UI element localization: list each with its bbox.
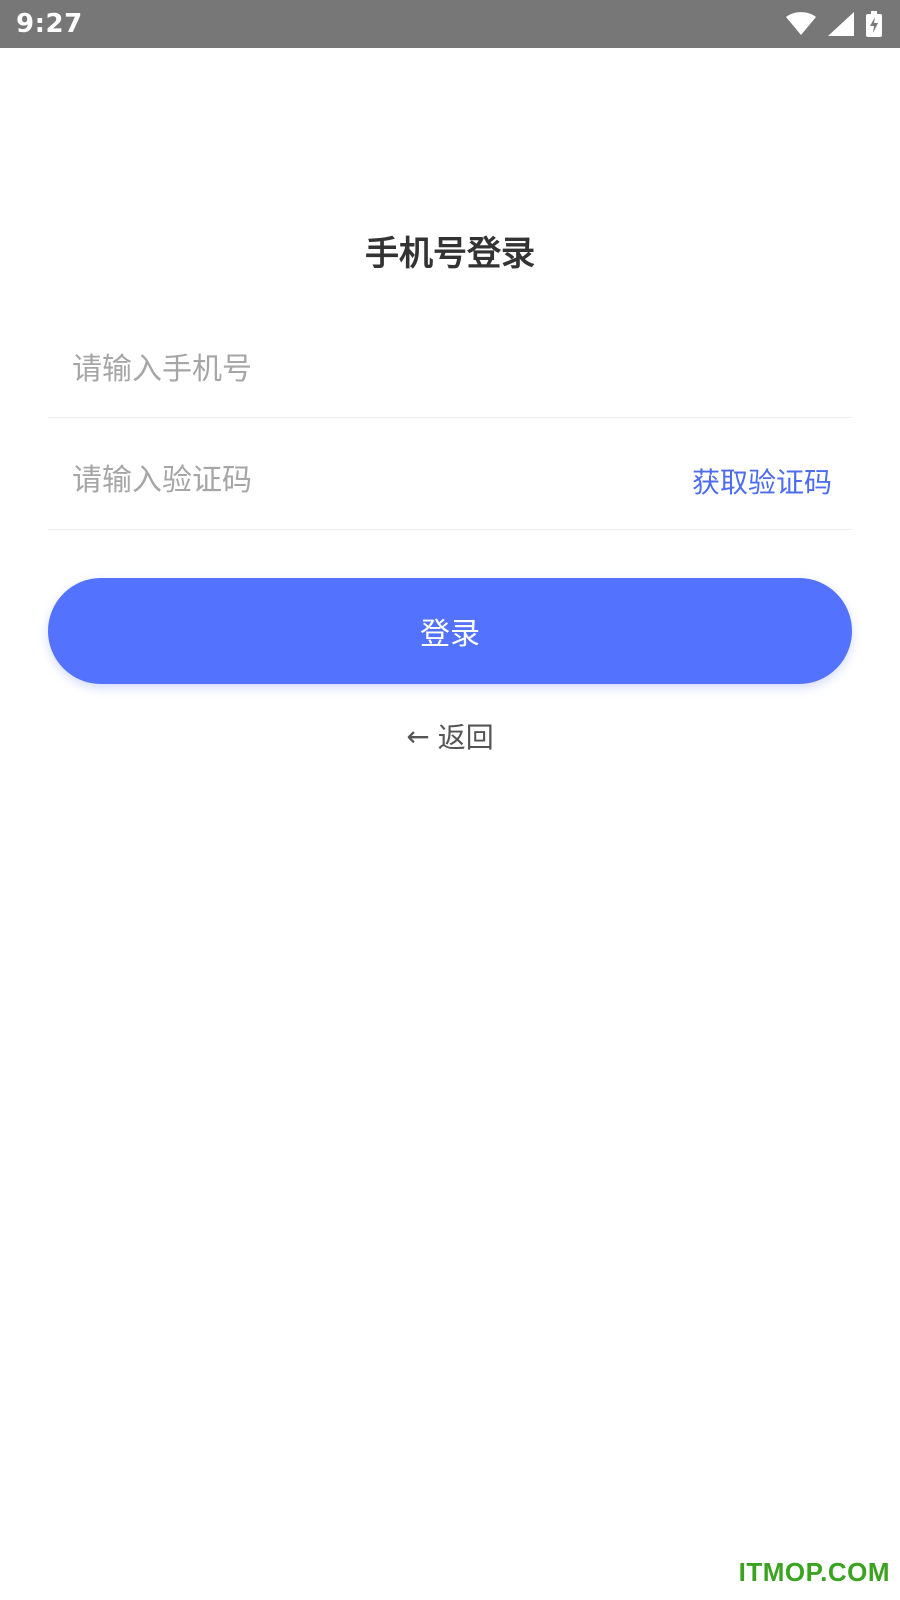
wifi-icon bbox=[786, 12, 816, 36]
page-title: 手机号登录 bbox=[365, 234, 535, 274]
status-bar: 9:27 bbox=[0, 0, 900, 48]
verification-code-field: 获取验证码 bbox=[48, 432, 852, 530]
verification-code-input[interactable] bbox=[72, 432, 632, 529]
back-arrow-icon: ← bbox=[406, 719, 430, 753]
phone-input[interactable] bbox=[72, 322, 632, 417]
phone-field bbox=[48, 322, 852, 418]
watermark: ITMOP.COM bbox=[738, 1557, 890, 1587]
get-code-button[interactable]: 获取验证码 bbox=[692, 432, 832, 529]
status-time: 9:27 bbox=[16, 9, 83, 39]
battery-charging-icon bbox=[866, 11, 882, 37]
back-label: 返回 bbox=[437, 721, 494, 754]
back-button[interactable]: ← 返回 bbox=[0, 716, 900, 756]
status-icons bbox=[786, 11, 882, 37]
login-button[interactable]: 登录 bbox=[48, 578, 852, 684]
cell-signal-icon bbox=[828, 12, 854, 36]
